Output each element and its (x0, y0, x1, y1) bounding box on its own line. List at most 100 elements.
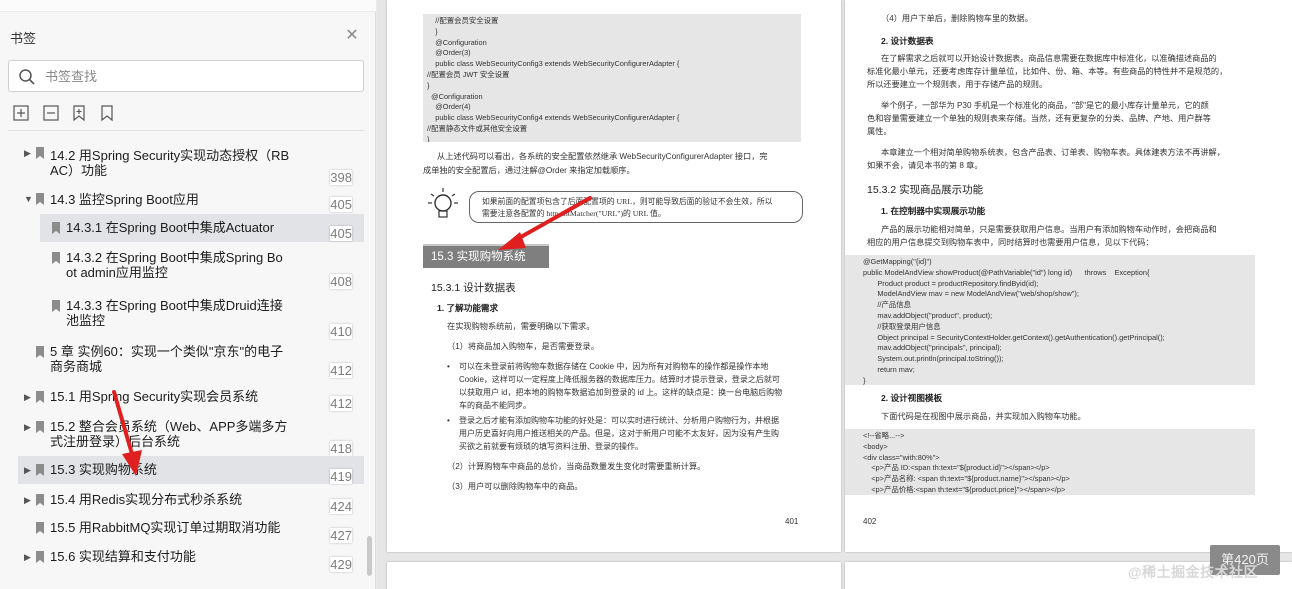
bookmark-item[interactable]: 14.3.2 在Spring Boot中集成Spring Bo ot admin… (40, 244, 364, 290)
heading: 1. 了解功能需求 (437, 303, 499, 313)
bookmark-title: 15.3 实现购物系统 (50, 462, 157, 477)
bookmark-item[interactable]: ▼ 14.3 监控Spring Boot应用 405 (18, 188, 364, 214)
bookmark-search-box[interactable] (8, 60, 364, 92)
subsection-heading: 15.3.1 设计数据表 (431, 282, 516, 294)
bookmark-icon (36, 346, 44, 358)
close-icon[interactable]: ✕ (344, 28, 360, 44)
bookmark-title: 14.3 监控Spring Boot应用 (50, 192, 199, 207)
paragraph: 相应的用户信息提交到购物车表中，同时结算时也需要用户信息，见以下代码： (867, 238, 1154, 247)
paragraph: 产品的展示功能相对简单，只是需要获取用户信息。当用户有添加购物车动作时，会把商品… (881, 225, 1217, 234)
bookmark-item[interactable]: ▶ 15.2 整合会员系统（Web、APP多端多方 式注册登录）后台系统 418 (18, 414, 364, 458)
bookmark-item[interactable]: ▶ 15.1 用Spring Security实现会员系统 412 (18, 384, 364, 414)
bookmark-item[interactable]: 14.3.1 在Spring Boot中集成Actuator 405 (40, 214, 364, 242)
bookmark-page: 412 (330, 396, 352, 411)
bookmark-icon (36, 464, 44, 476)
bookmark-page: 424 (330, 499, 352, 514)
bookmark-item[interactable]: ▶ 14.2 用Spring Security实现动态授权（RB AC）功能 3… (18, 142, 364, 186)
paragraph: （1）将商品加入购物车，是否需要登录。 (447, 342, 599, 351)
paragraph: （2）计算购物车中商品的总价，当商品数量发生变化时需要重新计算。 (447, 462, 706, 471)
bookmark-search-input[interactable] (45, 66, 345, 86)
bookmark-list: ▶ 14.2 用Spring Security实现动态授权（RB AC）功能 3… (0, 140, 364, 580)
add-bookmark-icon[interactable] (70, 104, 88, 122)
bookmark-page: 412 (330, 363, 352, 378)
bookmark-item-selected[interactable]: ▶ 15.3 实现购物系统 419 (18, 456, 364, 484)
bookmark-page: 418 (330, 441, 352, 456)
paragraph: 成单独的安全配置后，通过注解@Order 来指定加载顺序。 (423, 166, 635, 175)
collapse-all-icon[interactable] (42, 104, 60, 122)
bullet-line: 登录之后才能有添加购物车功能的好处是：可以实时进行统计、分析用户购物行为，并根据 (459, 416, 779, 425)
bookmark-flag-icon[interactable] (98, 104, 116, 122)
sidebar-top-strip (0, 0, 376, 12)
tip-line: 如果前面的配置项包含了后面配置项的 URL，则可能导致后面的验证不会生效，所以 (482, 197, 773, 206)
paragraph: 从上述代码可以看出，各系统的安全配置依然继承 WebSecurityConfig… (437, 152, 768, 161)
bookmark-page: 398 (330, 170, 352, 185)
search-icon (19, 69, 35, 85)
caret-right-icon[interactable]: ▶ (24, 495, 34, 505)
bookmark-title-line2: ot admin应用监控 (66, 265, 168, 280)
watermark-text: @稀土掘金技术社区 (1128, 564, 1259, 580)
paragraph: 下面代码是在视图中展示商品，并实现加入购物车功能。 (881, 412, 1086, 421)
bookmark-icon (36, 421, 44, 433)
bookmark-page: 419 (330, 469, 352, 484)
paragraph: 属性。 (867, 127, 892, 136)
paragraph: 本章建立一个相对简单购物系统表，包含产品表、订单表、购物车表。具体建表方法不再讲… (881, 148, 1225, 157)
bookmark-title: 15.6 实现结算和支付功能 (50, 549, 196, 564)
bullet-line: 可以在未登录前将购物车数据存储在 Cookie 中，因为所有对购物车的操作都是操… (459, 362, 769, 371)
bookmark-title: 15.2 整合会员系统（Web、APP多端多方 (50, 419, 288, 434)
bookmark-title-line2: 商务商城 (50, 359, 103, 374)
bookmark-page: 427 (330, 528, 352, 543)
expand-all-icon[interactable] (12, 104, 30, 122)
bookmark-title: 15.1 用Spring Security实现会员系统 (50, 389, 259, 404)
bookmark-page: 408 (330, 274, 352, 289)
paragraph: 色和容量需要建立一个单独的规则表来存储。当然，还有更复杂的分类、品牌、产地、用户… (867, 114, 1211, 123)
bookmark-page: 410 (330, 324, 352, 339)
next-page-left (387, 562, 841, 589)
page-402: （4）用户下单后，删除购物车里的数据。 2. 设计数据表 在了解需求之后就可以开… (845, 0, 1292, 552)
sidebar-divider (8, 130, 364, 131)
bookmark-title: 5 章 实例60：实现一个类似"京东"的电子 (50, 344, 284, 359)
bookmark-title: 15.5 用RabbitMQ实现订单过期取消功能 (50, 520, 281, 535)
page-401: //配置会员安全设置 } @Configuration @Order(3) pu… (387, 0, 841, 552)
section-heading-15-3: 15.3 实现购物系统 (423, 244, 549, 268)
paragraph: 如果不会，请见本书的第 8 章。 (867, 161, 983, 170)
code-block: <!--省略...--> <body> <div class="with:80%… (845, 429, 1255, 495)
bookmark-item[interactable]: 5 章 实例60：实现一个类似"京东"的电子 商务商城 412 (18, 338, 364, 384)
bookmark-page: 405 (330, 226, 352, 241)
paragraph: 在了解需求之后就可以开始设计数据表。商品信息需要在数据库中标准化，以准确描述商品… (881, 54, 1217, 63)
bookmark-title-line2: 池监控 (66, 313, 106, 328)
bullet-dot: • (447, 362, 450, 371)
bookmark-title: 15.4 用Redis实现分布式秒杀系统 (50, 492, 243, 507)
bookmark-icon (36, 522, 44, 534)
bookmark-icon (36, 147, 44, 159)
page-number: 401 (785, 517, 799, 526)
caret-right-icon[interactable]: ▶ (24, 552, 34, 562)
bookmark-sidebar: 书签 ✕ 书签查找 ▶ 14.2 用Spring Security实现动态授权（… (0, 0, 376, 589)
paragraph: 在实现购物系统前，需要明确以下需求。 (447, 322, 595, 331)
caret-right-icon[interactable]: ▶ (24, 422, 34, 432)
bookmark-icon (52, 300, 60, 312)
bookmark-icon (36, 551, 44, 563)
tip-line: 需要注意各配置的 http.antMatcher("URL")的 URL 值。 (482, 209, 666, 218)
bookmark-icon (36, 193, 44, 205)
sidebar-title: 书签 (10, 31, 37, 46)
bullet-line: 车的商品不能同步。 (459, 401, 531, 410)
paragraph: 所以还要建立一个规则表，用于存储产品的规则。 (867, 80, 1048, 89)
bookmark-item[interactable]: 15.5 用RabbitMQ实现订单过期取消功能 427 (18, 514, 364, 543)
bookmark-icon (52, 222, 60, 234)
bookmark-item[interactable]: ▶ 15.4 用Redis实现分布式秒杀系统 424 (18, 486, 364, 514)
bookmark-item[interactable]: ▶ 15.6 实现结算和支付功能 429 (18, 544, 364, 572)
subsection-heading: 15.3.2 实现商品展示功能 (867, 184, 984, 196)
paragraph: （4）用户下单后，删除购物车里的数据。 (881, 14, 1033, 23)
bookmark-page: 405 (330, 197, 352, 212)
caret-right-icon[interactable]: ▶ (24, 392, 34, 402)
caret-right-icon[interactable]: ▶ (24, 465, 34, 475)
caret-down-icon[interactable]: ▼ (24, 194, 34, 204)
bookmark-icon (36, 391, 44, 403)
sidebar-scrollbar-thumb[interactable] (367, 536, 372, 576)
bookmark-item[interactable]: 14.3.3 在Spring Boot中集成Druid连接 池监控 410 (40, 292, 364, 339)
paragraph: 举个例子，一部华为 P30 手机是一个标准化的商品，"部"是它的最小库存计量单元… (881, 101, 1209, 110)
document-viewer[interactable]: //配置会员安全设置 } @Configuration @Order(3) pu… (377, 0, 1292, 589)
tip-box: 如果前面的配置项包含了后面配置项的 URL，则可能导致后面的验证不会生效，所以 … (469, 191, 803, 223)
caret-right-icon[interactable]: ▶ (24, 148, 34, 158)
sidebar-scrollbar[interactable] (366, 136, 374, 576)
